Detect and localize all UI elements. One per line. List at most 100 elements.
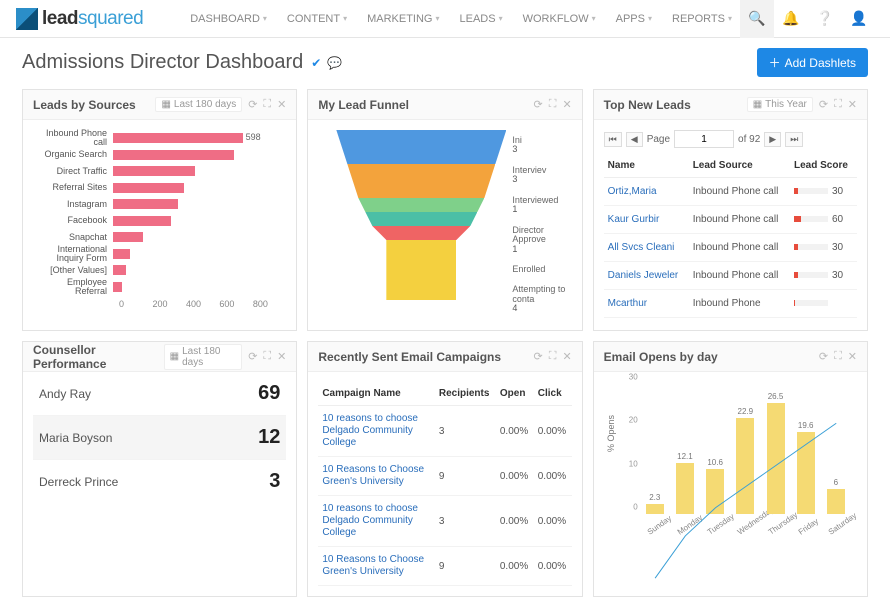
search-icon[interactable]: 🔍 — [740, 0, 774, 38]
funnel-segment[interactable] — [336, 130, 506, 164]
bell-icon[interactable]: 🔔 — [774, 0, 808, 38]
card-body: Campaign Name Recipients Open Click 10 r… — [308, 372, 581, 596]
lead-name[interactable]: All Svcs Cleani — [604, 234, 689, 262]
page-header: Admissions Director Dashboard ✔ 💬 ＋ Add … — [0, 38, 890, 83]
logo[interactable]: leadsquared — [4, 8, 143, 30]
funnel-segment[interactable] — [372, 226, 470, 240]
campaign-open: 0.00% — [496, 496, 534, 547]
table-row[interactable]: 10 reasons to choose Delgado Community C… — [318, 406, 571, 457]
page-title: Admissions Director Dashboard — [22, 51, 303, 74]
page-input[interactable] — [674, 130, 734, 148]
chevron-down-icon: ▾ — [592, 14, 596, 23]
dashboard-grid: Leads by Sources ▦Last 180 days ⟳ ⛶ ✕ In… — [0, 83, 890, 613]
counsellor-row[interactable]: Maria Boyson12 — [33, 416, 286, 460]
range-label: Last 180 days — [174, 99, 236, 110]
bar[interactable] — [113, 265, 126, 275]
col-click[interactable]: Click — [534, 382, 572, 406]
refresh-icon[interactable]: ⟳ — [819, 98, 828, 111]
nav-marketing[interactable]: MARKETING▾ — [359, 7, 447, 31]
col-score[interactable]: Lead Score — [790, 154, 857, 178]
range-selector[interactable]: ▦This Year — [747, 97, 813, 112]
lead-name[interactable]: Kaur Gurbir — [604, 206, 689, 234]
table-row[interactable]: Daniels JewelerInbound Phone call30 — [604, 262, 857, 290]
bar[interactable] — [113, 166, 195, 176]
campaign-name[interactable]: 10 Reasons to Choose Green's University — [318, 547, 435, 586]
bar[interactable] — [113, 232, 143, 242]
funnel-segment[interactable] — [386, 240, 456, 300]
campaign-name[interactable]: 10 reasons to choose Delgado Community C… — [318, 496, 435, 547]
lead-name[interactable]: Ortiz,Maria — [604, 178, 689, 206]
bar[interactable] — [113, 150, 234, 160]
table-row[interactable]: McarthurInbound Phone — [604, 290, 857, 318]
funnel-segment[interactable] — [358, 198, 484, 212]
next-page-button[interactable]: ▶ — [764, 132, 781, 147]
close-icon[interactable]: ✕ — [848, 350, 857, 363]
campaign-click: 0.00% — [534, 547, 572, 586]
bar[interactable] — [113, 282, 122, 292]
close-icon[interactable]: ✕ — [562, 350, 571, 363]
user-avatar-icon[interactable]: 👤 — [842, 0, 876, 38]
expand-icon[interactable]: ⛶ — [263, 98, 271, 111]
table-row[interactable]: Ortiz,MariaInbound Phone call30 — [604, 178, 857, 206]
bar[interactable] — [113, 199, 178, 209]
nav-content[interactable]: CONTENT▾ — [279, 7, 355, 31]
comment-icon[interactable]: 💬 — [327, 56, 342, 70]
bar[interactable] — [113, 216, 171, 226]
help-icon[interactable]: ❔ — [808, 0, 842, 38]
range-selector[interactable]: ▦Last 180 days — [164, 344, 243, 370]
refresh-icon[interactable]: ⟳ — [819, 350, 828, 363]
expand-icon[interactable]: ⛶ — [549, 350, 557, 363]
counsellor-row[interactable]: Derreck Prince3 — [33, 460, 286, 503]
table-row[interactable]: 10 reasons to choose Delgado Community C… — [318, 496, 571, 547]
nav-workflow[interactable]: WORKFLOW▾ — [515, 7, 604, 31]
refresh-icon[interactable]: ⟳ — [534, 350, 543, 363]
table-row[interactable]: 10 Reasons to Choose Green's University9… — [318, 547, 571, 586]
calendar-icon: ▦ — [161, 99, 170, 110]
bar[interactable] — [113, 133, 243, 143]
refresh-icon[interactable]: ⟳ — [248, 98, 257, 111]
close-icon[interactable]: ✕ — [562, 98, 571, 111]
bar[interactable] — [113, 183, 184, 193]
funnel-segment[interactable] — [365, 212, 477, 226]
range-selector[interactable]: ▦ Last 180 days — [155, 97, 242, 112]
funnel-label: Interviewed1 — [512, 196, 572, 215]
expand-icon[interactable]: ⛶ — [549, 98, 557, 111]
expand-icon[interactable]: ⛶ — [263, 350, 271, 363]
close-icon[interactable]: ✕ — [277, 350, 286, 363]
expand-icon[interactable]: ⛶ — [834, 98, 842, 111]
lead-source: Inbound Phone call — [689, 262, 790, 290]
close-icon[interactable]: ✕ — [277, 98, 286, 111]
prev-page-button[interactable]: ◀ — [626, 132, 643, 147]
first-page-button[interactable]: ⏮ — [604, 132, 622, 147]
col-recipients[interactable]: Recipients — [435, 382, 496, 406]
nav-leads[interactable]: LEADS▾ — [452, 7, 511, 31]
nav-apps[interactable]: APPS▾ — [608, 7, 660, 31]
col-name[interactable]: Name — [604, 154, 689, 178]
col-campaign[interactable]: Campaign Name — [318, 382, 435, 406]
table-row[interactable]: All Svcs CleaniInbound Phone call30 — [604, 234, 857, 262]
add-dashlets-button[interactable]: ＋ Add Dashlets — [757, 48, 868, 77]
table-row[interactable]: 10 Reasons to Choose Green's University9… — [318, 457, 571, 496]
funnel-segment[interactable] — [347, 164, 495, 198]
last-page-button[interactable]: ⏭ — [785, 132, 803, 147]
expand-icon[interactable]: ⛶ — [834, 350, 842, 363]
nav-dashboard[interactable]: DASHBOARD▾ — [182, 7, 275, 31]
card-lead-funnel: My Lead Funnel ⟳ ⛶ ✕ Ini3Interviev3Inter… — [307, 89, 582, 331]
bar[interactable] — [113, 249, 130, 259]
col-source[interactable]: Lead Source — [689, 154, 790, 178]
lead-name[interactable]: Mcarthur — [604, 290, 689, 318]
col-open[interactable]: Open — [496, 382, 534, 406]
campaign-click: 0.00% — [534, 457, 572, 496]
campaign-name[interactable]: 10 reasons to choose Delgado Community C… — [318, 406, 435, 457]
refresh-icon[interactable]: ⟳ — [534, 98, 543, 111]
nav-label: WORKFLOW — [523, 13, 589, 25]
card-campaigns: Recently Sent Email Campaigns ⟳ ⛶ ✕ Camp… — [307, 341, 582, 597]
logo-mark — [16, 8, 38, 30]
counsellor-row[interactable]: Andy Ray69 — [33, 372, 286, 416]
campaign-name[interactable]: 10 Reasons to Choose Green's University — [318, 457, 435, 496]
lead-name[interactable]: Daniels Jeweler — [604, 262, 689, 290]
refresh-icon[interactable]: ⟳ — [248, 350, 257, 363]
table-row[interactable]: Kaur GurbirInbound Phone call60 — [604, 206, 857, 234]
nav-reports[interactable]: REPORTS▾ — [664, 7, 740, 31]
close-icon[interactable]: ✕ — [848, 98, 857, 111]
